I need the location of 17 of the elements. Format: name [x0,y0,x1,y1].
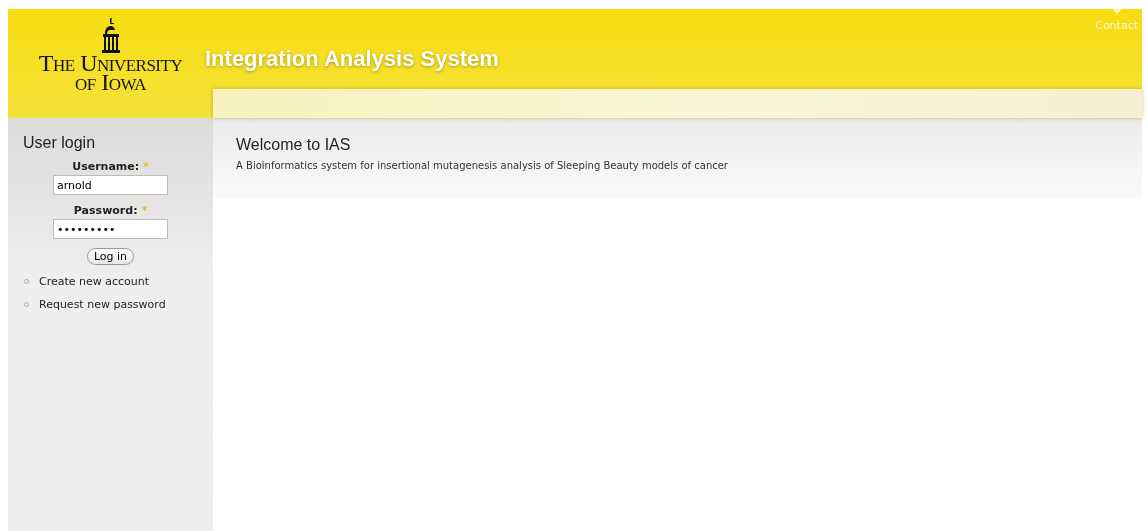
description-text: A Bioinformatics system for insertional mutagenesis analysis of Sleeping Beauty models of cancer [236,160,729,171]
input-field[interactable]: ••••••••• [53,219,168,239]
logo-text: of Iowa [75,73,147,92]
capitol-dome-icon [100,18,121,54]
pointer-icon [1111,9,1122,14]
sidebar-link[interactable]: Request new password [39,298,166,311]
page-title: Welcome to IAS [236,136,352,154]
field-label: Username: * [72,160,149,173]
site-title: Integration Analysis System [205,45,500,73]
field-label: Password: * [73,204,148,217]
login-button[interactable]: Log in [86,248,135,265]
logo-text: The University [38,54,183,73]
input-field[interactable]: arnold [53,175,168,195]
sidebar-link[interactable]: Create new account [39,275,150,288]
block-title: User login [22,134,97,152]
required-mark: * [141,204,148,217]
required-mark: * [143,160,149,173]
